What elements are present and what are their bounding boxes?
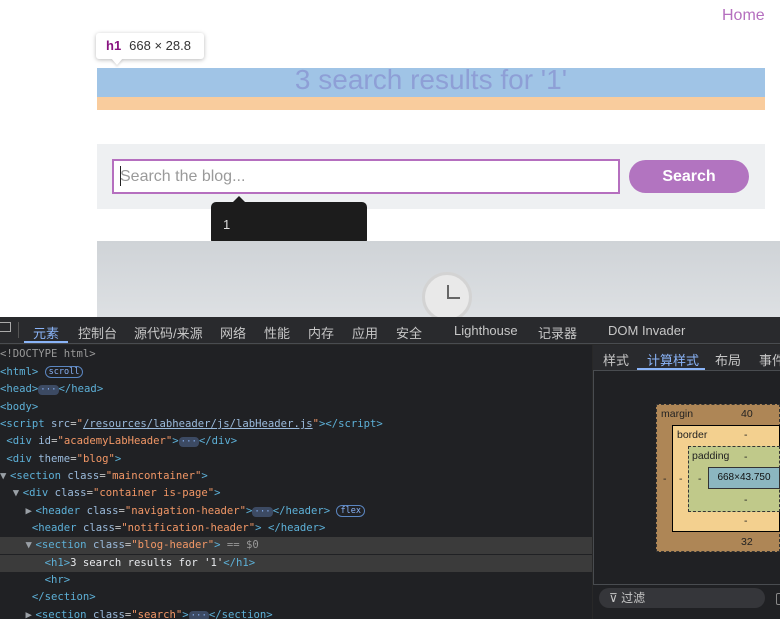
- dom-line-section-close[interactable]: </section>: [0, 589, 592, 606]
- flex-badge[interactable]: flex: [336, 505, 365, 517]
- tooltip-tag: h1: [106, 38, 122, 53]
- dom-line-h1[interactable]: <h1>3 search results for '1'</h1>: [0, 555, 592, 572]
- autocomplete-item[interactable]: 1: [223, 217, 230, 232]
- padding-top-value[interactable]: -: [744, 451, 748, 463]
- dom-line-html[interactable]: <html> scroll: [0, 364, 592, 381]
- tab-elements[interactable]: 元素: [33, 323, 59, 342]
- padding-label: padding: [692, 450, 730, 462]
- border-top-value[interactable]: -: [744, 429, 748, 441]
- tab-event-listeners[interactable]: 事件: [759, 350, 780, 369]
- filter-label: 过滤: [621, 591, 646, 605]
- show-all-checkbox[interactable]: [776, 593, 780, 605]
- tab-memory[interactable]: 内存: [308, 323, 334, 342]
- dom-line-blog-header[interactable]: ▼ <section class="blog-header"> == $0: [0, 537, 592, 554]
- tab-lighthouse[interactable]: Lighthouse: [454, 323, 518, 338]
- tab-performance[interactable]: 性能: [264, 323, 290, 342]
- tab-styles[interactable]: 样式: [603, 350, 629, 369]
- tab-security[interactable]: 安全: [396, 323, 422, 342]
- tab-layout[interactable]: 布局: [715, 350, 741, 369]
- dom-line-lab-header[interactable]: <div id="academyLabHeader"> ··· </div>: [0, 433, 592, 450]
- dom-line-maincontainer[interactable]: ▼ <section class="maincontainer">: [0, 468, 592, 485]
- tab-sources[interactable]: 源代码/来源: [134, 323, 203, 342]
- dom-line-head[interactable]: <head> ··· </head>: [0, 381, 592, 398]
- border-bottom-value[interactable]: -: [744, 515, 748, 527]
- toolbar-divider: [18, 322, 19, 338]
- filter-input[interactable]: ⊽ 过滤: [599, 588, 765, 608]
- dom-line-notification-header[interactable]: <header class="notification-header"> </h…: [0, 520, 592, 537]
- tooltip-size: 668 × 28.8: [129, 38, 191, 53]
- home-link[interactable]: Home: [722, 7, 765, 25]
- dom-line-script[interactable]: <script src="/resources/labheader/js/lab…: [0, 416, 592, 433]
- tooltip-arrow: [111, 58, 123, 65]
- devtools-tabbar: 元素 控制台 源代码/来源 网络 性能 内存 应用 安全 Lighthouse …: [0, 317, 780, 344]
- margin-label: margin: [661, 408, 694, 420]
- tab-computed[interactable]: 计算样式: [647, 350, 699, 369]
- border-left-value[interactable]: -: [679, 473, 683, 485]
- scroll-badge[interactable]: scroll: [44, 366, 84, 378]
- active-side-tab-indicator: [637, 368, 705, 370]
- dom-tree: <!DOCTYPE html> <html> scroll <head> ··· <…: [0, 345, 592, 619]
- search-input[interactable]: [112, 159, 620, 194]
- tab-dom-invader[interactable]: DOM Invader: [608, 323, 685, 338]
- autocomplete-popup[interactable]: 1: [211, 202, 367, 245]
- tab-console[interactable]: 控制台: [78, 323, 117, 342]
- dom-line-hr[interactable]: <hr>: [0, 572, 592, 589]
- tab-network[interactable]: 网络: [220, 323, 246, 342]
- dom-line-nav-header[interactable]: ▶ <header class="navigation-header"> ··· </…: [0, 503, 592, 520]
- tab-application[interactable]: 应用: [352, 323, 378, 342]
- margin-bottom-value[interactable]: 32: [741, 536, 753, 548]
- device-toggle-icon[interactable]: [0, 322, 11, 332]
- margin-top-value[interactable]: 40: [741, 408, 753, 420]
- border-label: border: [677, 429, 708, 441]
- padding-left-value[interactable]: -: [698, 473, 702, 485]
- dom-line-search-section[interactable]: ▶ <section class="search"> ··· </section>: [0, 607, 592, 619]
- page-title: 3 search results for '1': [294, 64, 568, 95]
- active-tab-indicator: [24, 341, 68, 343]
- inspect-tooltip: h1 668 × 28.8: [96, 33, 204, 59]
- filter-icon: ⊽: [609, 591, 622, 605]
- dom-line-body[interactable]: <body>: [0, 399, 592, 416]
- dom-line-div-theme[interactable]: <div theme="blog">: [0, 451, 592, 468]
- inspect-highlight-margin: [97, 97, 765, 110]
- text-caret: [120, 166, 121, 186]
- clock-image: [422, 272, 472, 322]
- search-button[interactable]: Search: [629, 160, 749, 193]
- dom-line-doctype[interactable]: <!DOCTYPE html>: [0, 346, 592, 363]
- dom-line-container[interactable]: ▼ <div class="container is-page">: [0, 485, 592, 502]
- tab-recorder[interactable]: 记录器: [538, 323, 577, 342]
- padding-bottom-value[interactable]: -: [744, 494, 748, 506]
- box-model-content[interactable]: 668×43.750: [708, 467, 780, 489]
- margin-left-value[interactable]: -: [663, 473, 667, 485]
